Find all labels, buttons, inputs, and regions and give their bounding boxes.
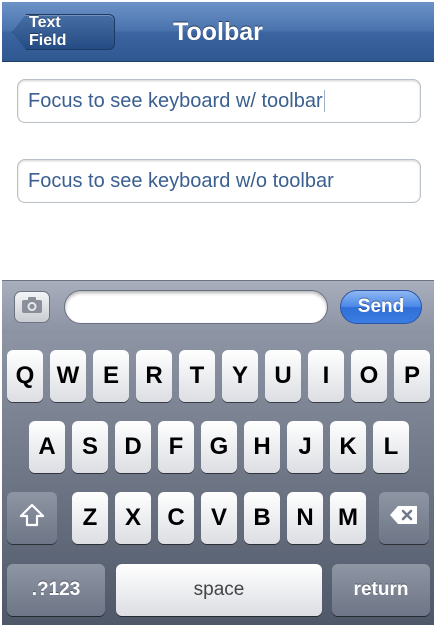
key-j[interactable]: J [287, 421, 323, 473]
camera-icon [21, 296, 43, 319]
key-c[interactable]: C [158, 492, 194, 544]
navigation-bar: Text Field Toolbar [2, 2, 434, 62]
camera-button[interactable] [14, 291, 50, 323]
key-x[interactable]: X [115, 492, 151, 544]
send-button[interactable]: Send [340, 290, 422, 324]
key-y[interactable]: Y [222, 350, 258, 402]
key-n[interactable]: N [287, 492, 323, 544]
key-l[interactable]: L [373, 421, 409, 473]
key-a[interactable]: A [29, 421, 65, 473]
message-input[interactable] [64, 290, 328, 324]
back-button[interactable]: Text Field [12, 14, 115, 50]
key-d[interactable]: D [115, 421, 151, 473]
key-m[interactable]: M [330, 492, 366, 544]
key-v[interactable]: V [201, 492, 237, 544]
delete-key[interactable] [379, 492, 429, 544]
key-w[interactable]: W [50, 350, 86, 402]
key-g[interactable]: G [201, 421, 237, 473]
delete-icon [389, 504, 419, 532]
back-button-label: Text Field [29, 14, 67, 49]
text-field-without-toolbar[interactable]: Focus to see keyboard w/o toolbar [17, 159, 421, 203]
key-f[interactable]: F [158, 421, 194, 473]
text-field-with-toolbar[interactable]: Focus to see keyboard w/ toolbar [17, 79, 421, 123]
key-i[interactable]: I [308, 350, 344, 402]
keyboard: Q W E R T Y U I O P A S D F G H J K L Z … [2, 334, 434, 625]
key-h[interactable]: H [244, 421, 280, 473]
key-t[interactable]: T [179, 350, 215, 402]
key-s[interactable]: S [72, 421, 108, 473]
key-r[interactable]: R [136, 350, 172, 402]
key-b[interactable]: B [244, 492, 280, 544]
keyboard-toolbar: Send [2, 280, 434, 334]
key-p[interactable]: P [394, 350, 430, 402]
text-cursor [323, 90, 325, 112]
return-key[interactable]: return [332, 564, 430, 616]
key-k[interactable]: K [330, 421, 366, 473]
key-u[interactable]: U [265, 350, 301, 402]
text-field-with-toolbar-text: Focus to see keyboard w/ toolbar [28, 89, 323, 112]
key-q[interactable]: Q [7, 350, 43, 402]
text-field-without-toolbar-text: Focus to see keyboard w/o toolbar [28, 169, 334, 192]
numbers-key[interactable]: .?123 [7, 564, 105, 616]
key-e[interactable]: E [93, 350, 129, 402]
shift-key[interactable] [7, 492, 57, 544]
shift-icon [19, 503, 45, 534]
space-key[interactable]: space [116, 564, 322, 616]
key-o[interactable]: O [351, 350, 387, 402]
screen: Text Field Toolbar Focus to see keyboard… [2, 2, 434, 625]
content-area: Focus to see keyboard w/ toolbar Focus t… [2, 62, 434, 280]
key-z[interactable]: Z [72, 492, 108, 544]
